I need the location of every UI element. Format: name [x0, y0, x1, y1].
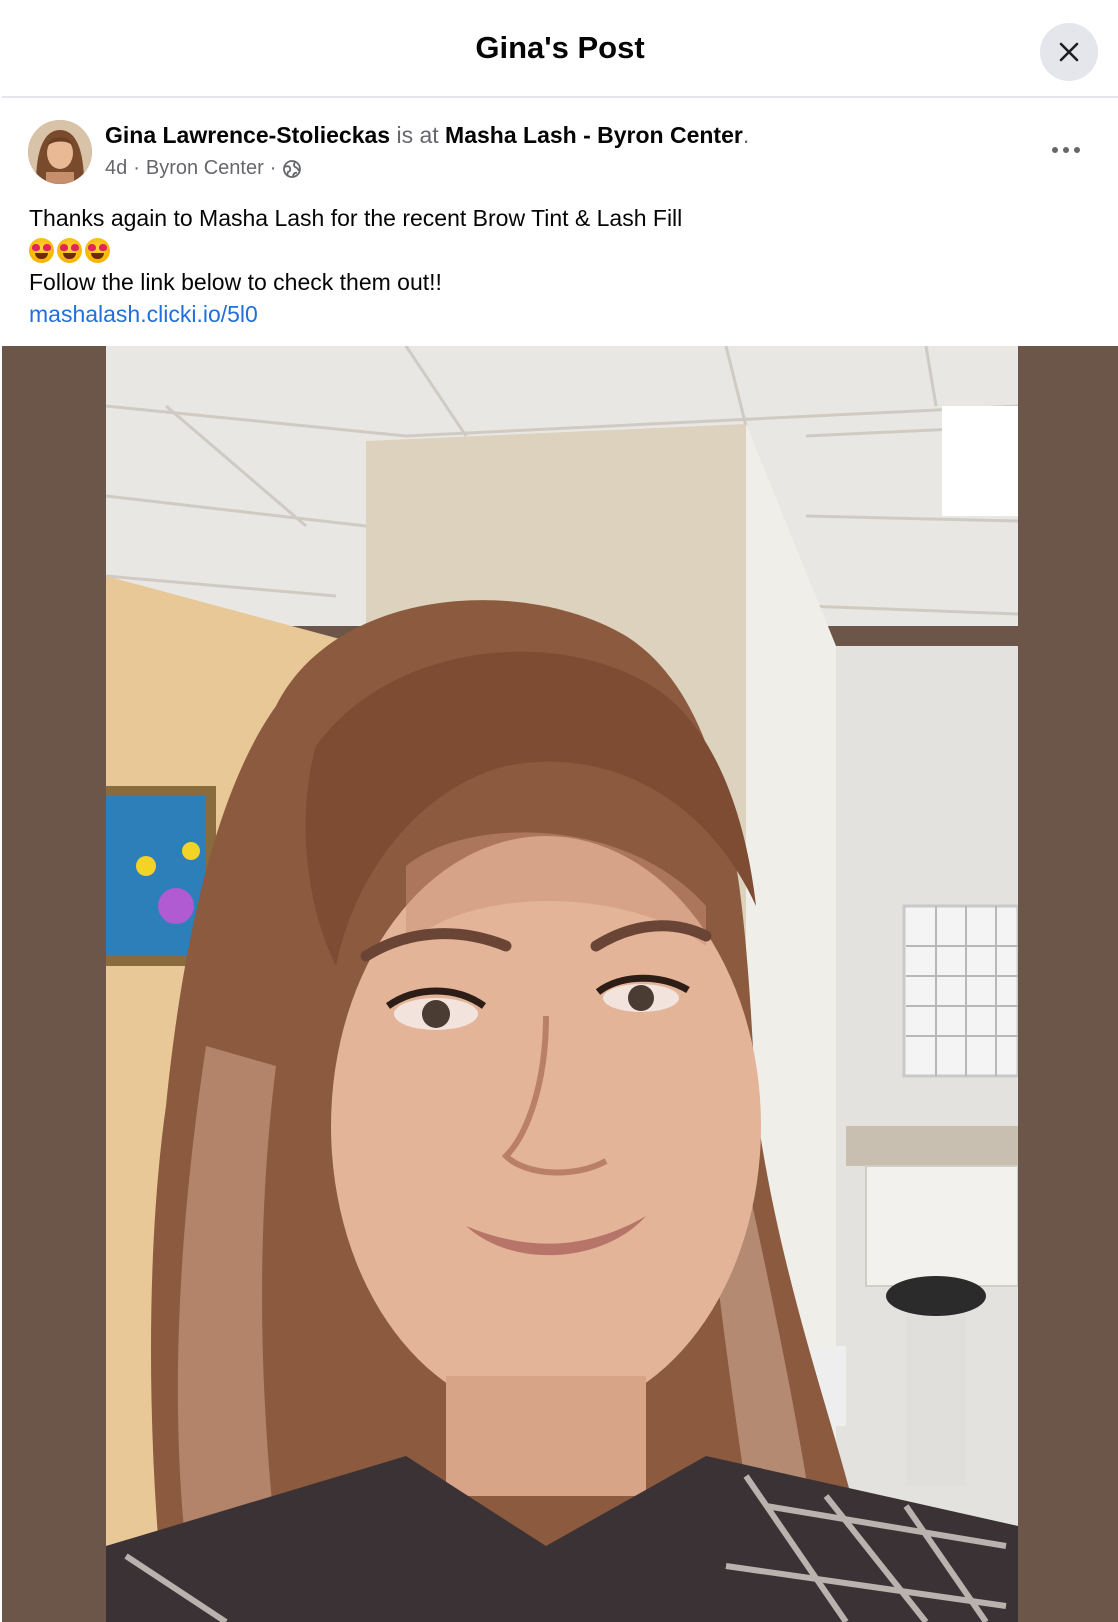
place-suffix: .: [742, 122, 750, 148]
heart-eyes-emoji: [57, 237, 82, 263]
close-button[interactable]: [1040, 23, 1098, 81]
more-options-button[interactable]: [1046, 130, 1086, 170]
post-dialog: Gina's Post Gina Lawrence-Stolieckas is …: [2, 2, 1118, 1622]
post-time[interactable]: 4d: [105, 157, 127, 180]
checkin-place[interactable]: Masha Lash - Byron Center: [445, 122, 743, 148]
dialog-header: Gina's Post: [2, 2, 1118, 98]
meta-separator: ·: [133, 157, 140, 179]
post-link[interactable]: mashalash.clicki.io/5l0: [29, 298, 682, 330]
post-meta: 4d · Byron Center ·: [105, 157, 302, 180]
post-location[interactable]: Byron Center: [146, 157, 264, 180]
post-text-line-2: Follow the link below to check them out!…: [29, 269, 442, 295]
meta-separator: ·: [269, 157, 277, 179]
post-text: Thanks again to Masha Lash for the recen…: [29, 202, 682, 330]
post-text-line-1: Thanks again to Masha Lash for the recen…: [29, 205, 683, 231]
heart-eyes-emoji: [29, 237, 54, 263]
post-photo[interactable]: [106, 346, 1018, 1622]
author-connector: is at: [396, 122, 439, 148]
heart-eyes-emoji: [85, 237, 110, 263]
globe-icon[interactable]: [282, 159, 302, 179]
post-author-line: Gina Lawrence-Stolieckas is at Masha Las…: [105, 122, 749, 149]
dialog-title: Gina's Post: [475, 30, 645, 65]
close-icon: [1059, 42, 1079, 62]
selfie-photo: [106, 346, 1018, 1622]
author-name[interactable]: Gina Lawrence-Stolieckas: [105, 122, 390, 148]
emoji-row: [29, 234, 682, 266]
more-options-icon: [1052, 147, 1080, 153]
photo-viewer: [2, 346, 1118, 1622]
author-avatar[interactable]: [28, 120, 92, 184]
